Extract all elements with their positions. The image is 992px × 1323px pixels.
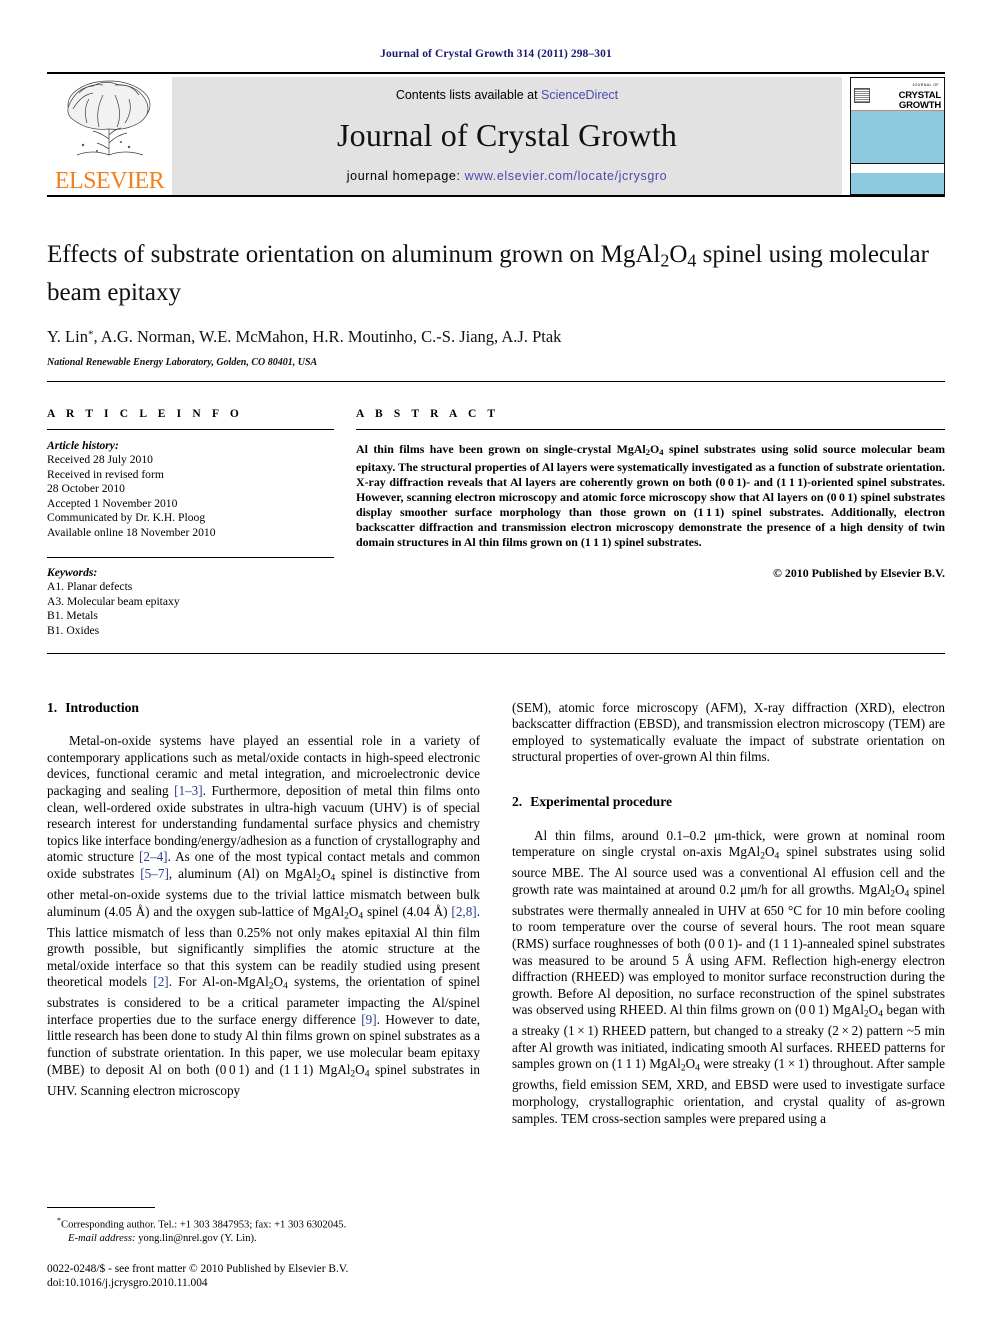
elsevier-tree-icon xyxy=(67,80,151,156)
history-item: Available online 18 November 2010 xyxy=(47,526,216,540)
article-page: Journal of Crystal Growth 314 (2011) 298… xyxy=(0,0,992,1323)
experimental-paragraph-1: Al thin films, around 0.1–0.2 μm-thick, … xyxy=(512,827,945,1126)
cover-line2: GROWTH xyxy=(898,99,941,111)
section-heading-experimental: 2. Experimental procedure xyxy=(512,794,945,811)
abstract-column: A B S T R A C T Al thin films have been … xyxy=(356,408,945,639)
article-history-label: Article history: xyxy=(47,438,119,452)
section-number: 1. xyxy=(47,699,58,715)
info-abstract-region: A R T I C L E I N F O Article history: R… xyxy=(47,408,945,639)
imprint-block: 0022-0248/$ - see front matter © 2010 Pu… xyxy=(47,1262,480,1290)
journal-homepage-line: journal homepage: www.elsevier.com/locat… xyxy=(347,169,667,183)
abstract-rule-bottom xyxy=(47,652,945,654)
intro-paragraph-1: Metal-on-oxide systems have played an es… xyxy=(47,733,480,1098)
body-column-left: 1. Introduction Metal-on-oxide systems ha… xyxy=(47,700,480,1128)
contents-prefix: Contents lists available at xyxy=(395,88,542,102)
cover-image-band xyxy=(851,110,944,163)
body-columns: 1. Introduction Metal-on-oxide systems ha… xyxy=(47,700,945,1128)
history-item: 28 October 2010 xyxy=(47,482,125,496)
elsevier-wordmark: ELSEVIER xyxy=(54,168,165,194)
journal-homepage-link[interactable]: www.elsevier.com/locate/jcrysgro xyxy=(465,169,668,183)
journal-cover-thumbnail: JOURNAL OFCRYSTAL GROWTH xyxy=(850,77,945,195)
abstract-text: Al thin films have been grown on single-… xyxy=(356,441,945,550)
keyword-item: A3. Molecular beam epitaxy xyxy=(47,594,180,608)
homepage-prefix: journal homepage: xyxy=(346,169,465,183)
history-item: Communicated by Dr. K.H. Ploog xyxy=(47,511,206,525)
intro-paragraph-2: (SEM), atomic force microscopy (AFM), X-… xyxy=(512,699,945,765)
banner-center: Contents lists available at ScienceDirec… xyxy=(172,77,842,195)
keywords-block: Keywords: A1. Planar defects A3. Molecul… xyxy=(47,558,334,639)
cover-mini-logo-icon xyxy=(854,87,870,103)
cover-masthead: JOURNAL OFCRYSTAL GROWTH xyxy=(851,78,944,110)
corresponding-author-note: *Corresponding author. Tel.: +1 303 3847… xyxy=(47,1214,480,1246)
history-item: Received in revised form xyxy=(47,467,164,481)
article-history-block: Article history: Received 28 July 2010 R… xyxy=(47,430,334,548)
keyword-item: B1. Oxides xyxy=(47,624,100,638)
page-title: Effects of substrate orientation on alum… xyxy=(47,241,929,306)
cover-divider xyxy=(851,163,944,173)
cover-footer-band xyxy=(851,173,944,194)
abstract-copyright: © 2010 Published by Elsevier B.V. xyxy=(773,566,945,581)
footnote-area: *Corresponding author. Tel.: +1 303 3847… xyxy=(47,1206,480,1290)
author-affiliation: National Renewable Energy Laboratory, Go… xyxy=(47,356,318,368)
issn-line: 0022-0248/$ - see front matter © 2010 Pu… xyxy=(47,1262,349,1275)
keyword-item: B1. Metals xyxy=(47,609,98,623)
doi-line: doi:10.1016/j.jcrysgro.2010.11.004 xyxy=(47,1276,208,1289)
header-rule-top xyxy=(47,72,945,74)
author-list: Y. Lin*, A.G. Norman, W.E. McMahon, H.R.… xyxy=(47,326,562,346)
email-label: E-mail address: xyxy=(68,1233,136,1244)
article-info-column: A R T I C L E I N F O Article history: R… xyxy=(47,408,334,639)
body-column-right: (SEM), atomic force microscopy (AFM), X-… xyxy=(512,700,945,1128)
cover-kicker: JOURNAL OF xyxy=(912,82,939,87)
contents-available-line: Contents lists available at ScienceDirec… xyxy=(396,88,618,102)
history-item: Accepted 1 November 2010 xyxy=(47,496,178,510)
section-number: 2. xyxy=(512,794,523,809)
history-item: Received 28 July 2010 xyxy=(47,453,153,467)
title-block: Effects of substrate orientation on alum… xyxy=(47,197,945,368)
running-head: Journal of Crystal Growth 314 (2011) 298… xyxy=(380,48,612,60)
journal-title: Journal of Crystal Growth xyxy=(336,117,678,153)
article-info-heading: A R T I C L E I N F O xyxy=(47,407,243,420)
email-address[interactable]: yong.lin@nrel.gov (Y. Lin). xyxy=(138,1233,256,1244)
sciencedirect-link[interactable]: ScienceDirect xyxy=(541,88,618,102)
elsevier-logo: ELSEVIER xyxy=(47,77,172,195)
section-heading-introduction: 1. Introduction xyxy=(47,700,480,717)
title-rule xyxy=(47,380,945,382)
footnote-rule xyxy=(47,1206,155,1208)
keyword-item: A1. Planar defects xyxy=(47,580,133,594)
corresponding-author-text: Corresponding author. Tel.: +1 303 38479… xyxy=(61,1219,347,1231)
keywords-label: Keywords: xyxy=(47,565,98,579)
abstract-heading: A B S T R A C T xyxy=(356,407,500,420)
cover-title-text: JOURNAL OFCRYSTAL GROWTH xyxy=(872,80,942,111)
journal-banner: ELSEVIER Contents lists available at Sci… xyxy=(47,77,945,195)
section-title: Experimental procedure xyxy=(530,794,673,809)
section-title: Introduction xyxy=(65,699,139,715)
